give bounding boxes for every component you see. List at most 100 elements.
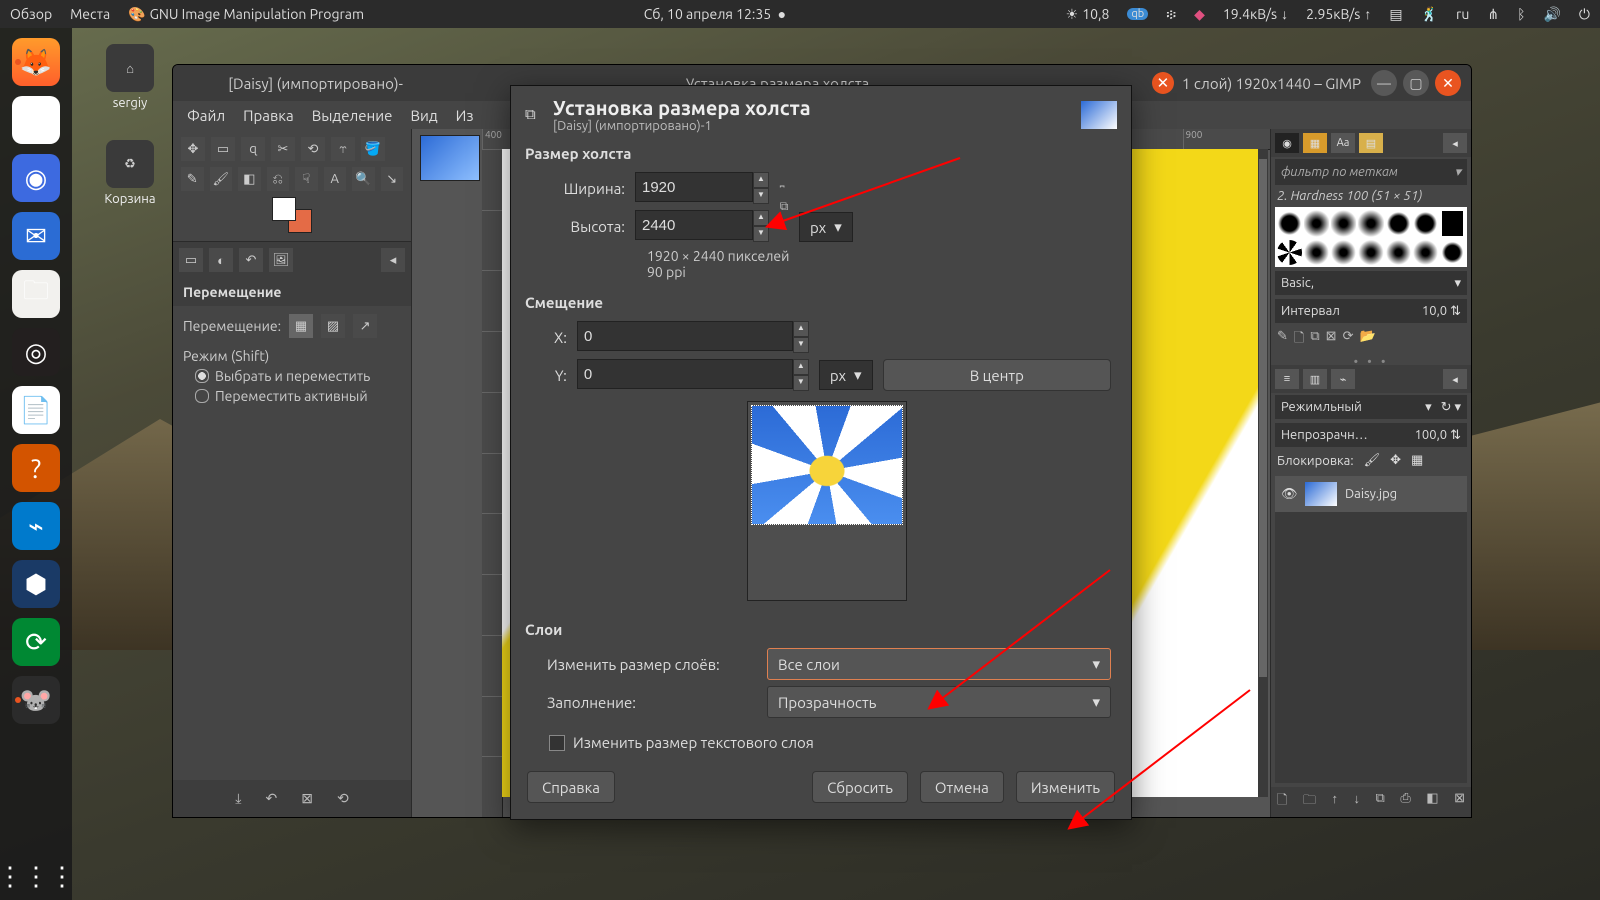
network-icon[interactable]: ⋔ <box>1487 6 1499 23</box>
dock-rhythmbox[interactable]: ◎ <box>12 328 60 376</box>
menu-edit[interactable]: Правка <box>243 107 294 124</box>
canvas-vscrollbar[interactable] <box>1258 149 1268 797</box>
brush-filter-input[interactable]: фильтр по меткам▾ <box>1275 159 1467 185</box>
volume-icon[interactable]: 🔊 <box>1543 6 1560 23</box>
move-mode-layer[interactable]: ▦ <box>289 314 313 338</box>
layer-merge-icon[interactable]: ⎙ <box>1400 791 1410 813</box>
dock-libreoffice[interactable]: 📄 <box>12 386 60 434</box>
offset-preview[interactable] <box>747 401 907 601</box>
tool-pencil[interactable]: ✎ <box>181 167 204 191</box>
btn-reset-options[interactable]: ⟲ <box>337 790 349 807</box>
dock-virtualbox[interactable]: ⬢ <box>12 560 60 608</box>
width-up[interactable]: ▲ <box>753 172 769 188</box>
dock-help[interactable]: ? <box>12 444 60 492</box>
x-input[interactable]: ▲▼ <box>577 321 809 353</box>
brush-tab-menu[interactable]: ◂ <box>1443 133 1467 153</box>
brush-grid[interactable] <box>1275 207 1467 267</box>
layer-mask-icon[interactable]: ◧ <box>1426 791 1438 813</box>
menu-select[interactable]: Выделение <box>312 107 393 124</box>
tab-layers[interactable]: ≡ <box>1275 369 1299 389</box>
tool-measure[interactable]: ↘ <box>381 167 404 191</box>
layer-new-icon[interactable]: 🗋 <box>1277 791 1287 813</box>
app-menu[interactable]: 🎨 GNU Image Manipulation Program <box>128 6 364 23</box>
layer-name[interactable]: Daisy.jpg <box>1345 487 1397 501</box>
tool-smudge[interactable]: ☟ <box>295 167 318 191</box>
brush-open-icon[interactable]: 📂 <box>1359 329 1375 351</box>
accessibility-icon[interactable]: 🕺 <box>1421 6 1438 23</box>
x-field[interactable] <box>577 321 793 351</box>
layer-up-icon[interactable]: ↑ <box>1332 791 1339 813</box>
dock-chrome[interactable]: ◉ <box>12 96 60 144</box>
tab-paths[interactable]: ⌁ <box>1331 369 1355 389</box>
brush-edit-icon[interactable]: ✎ <box>1277 329 1288 351</box>
color-swatches[interactable] <box>272 197 312 233</box>
fill-select[interactable]: Прозрачность▾ <box>767 686 1111 718</box>
tab-patterns[interactable]: ▦ <box>1303 133 1327 153</box>
brush-refresh-icon[interactable]: ⟳ <box>1343 329 1354 351</box>
tool-free-select[interactable]: ɋ <box>241 137 265 161</box>
brush-del-icon[interactable]: ⊠ <box>1326 329 1337 351</box>
fg-color[interactable] <box>272 197 296 221</box>
layer-delete-icon[interactable]: ⊠ <box>1454 791 1465 813</box>
tab-gradients[interactable]: ▤ <box>1359 133 1383 153</box>
tool-rect-select[interactable]: ▭ <box>211 137 235 161</box>
resize-layers-select[interactable]: Все слои▾ <box>767 648 1111 680</box>
center-button[interactable]: В центр <box>883 359 1111 391</box>
cancel-button[interactable]: Отмена <box>920 771 1004 803</box>
tab-channels[interactable]: ▥ <box>1303 369 1327 389</box>
tool-zoom[interactable]: 🔍 <box>352 167 375 191</box>
layer-group-icon[interactable]: 🗀 <box>1303 791 1316 813</box>
places-menu[interactable]: Места <box>70 6 110 22</box>
dock-vscode[interactable]: ⌁ <box>12 502 60 550</box>
reset-button[interactable]: Сбросить <box>812 771 908 803</box>
dock-files[interactable]: 🗀 <box>12 270 60 318</box>
layers-list[interactable]: 👁 Daisy.jpg <box>1275 476 1467 783</box>
height-down[interactable]: ▼ <box>753 226 769 242</box>
layer-down-icon[interactable]: ↓ <box>1354 791 1361 813</box>
lock-pos-icon[interactable]: ✥ <box>1390 453 1401 468</box>
btn-delete-options[interactable]: ⊠ <box>301 790 313 807</box>
tab-images[interactable]: 🖼 <box>269 248 293 272</box>
btn-save-options[interactable]: ⤓ <box>235 790 241 807</box>
lock-pixels-icon[interactable]: 🖌 <box>1364 453 1381 468</box>
layer-tab-menu[interactable]: ◂ <box>1443 369 1467 389</box>
offset-unit-select[interactable]: px▾ <box>819 360 873 390</box>
width-field[interactable] <box>635 172 753 202</box>
apply-button[interactable]: Изменить <box>1016 771 1115 803</box>
layer-mode-select[interactable]: Режимльный▾ ↻ ▾ <box>1275 395 1467 419</box>
qb-indicator[interactable]: qb <box>1127 8 1148 20</box>
radio-move-active[interactable]: Переместить активный <box>195 388 401 404</box>
radio-pick-layer[interactable]: Выбрать и переместить <box>195 368 401 384</box>
dock-anydesk[interactable]: ⟳ <box>12 618 60 666</box>
tool-transform[interactable]: ⟲ <box>301 137 325 161</box>
menu-file[interactable]: Файл <box>187 107 225 124</box>
dock-thunderbird[interactable]: ✉ <box>12 212 60 260</box>
visibility-icon[interactable]: 👁 <box>1281 487 1297 502</box>
tab-fonts[interactable]: Aa <box>1331 133 1355 153</box>
lock-alpha-icon[interactable]: ▦ <box>1411 453 1423 468</box>
btn-restore-options[interactable]: ↶ <box>266 790 278 807</box>
activities-button[interactable]: Обзор <box>10 6 52 22</box>
dock-grip[interactable]: • • • <box>1271 355 1471 365</box>
tool-text[interactable]: A <box>324 167 347 191</box>
width-input[interactable]: ▲▼ <box>635 172 769 204</box>
tab-brushes[interactable]: ◉ <box>1275 133 1299 153</box>
tray-icon[interactable]: ▤ <box>1389 6 1402 23</box>
height-field[interactable] <box>635 210 753 240</box>
layer-row[interactable]: 👁 Daisy.jpg <box>1275 476 1467 512</box>
menu-image[interactable]: Из <box>456 107 474 124</box>
brush-interval[interactable]: Интервал10,0 ⇅ <box>1275 299 1467 323</box>
move-mode-path[interactable]: ↗ <box>353 314 377 338</box>
layer-dup-icon[interactable]: ⧉ <box>1376 791 1385 813</box>
weather-indicator[interactable]: ☀ 10,8 <box>1066 6 1110 23</box>
brush-new-icon[interactable]: 🗋 <box>1294 329 1304 351</box>
height-input[interactable]: ▲▼ <box>635 210 769 242</box>
layer-opacity[interactable]: Непрозрачн…100,0 ⇅ <box>1275 423 1467 447</box>
dock-show-apps[interactable]: ⋮⋮⋮ <box>12 852 60 900</box>
dock-chromium[interactable]: ◉ <box>12 154 60 202</box>
desktop-trash-icon[interactable]: ♻ Корзина <box>94 140 166 206</box>
close-button[interactable]: ✕ <box>1435 70 1461 96</box>
resize-text-checkbox[interactable]: Изменить размер текстового слоя <box>511 730 1131 759</box>
brush-dup-icon[interactable]: ⧉ <box>1310 329 1319 351</box>
tool-move[interactable]: ✥ <box>181 137 205 161</box>
